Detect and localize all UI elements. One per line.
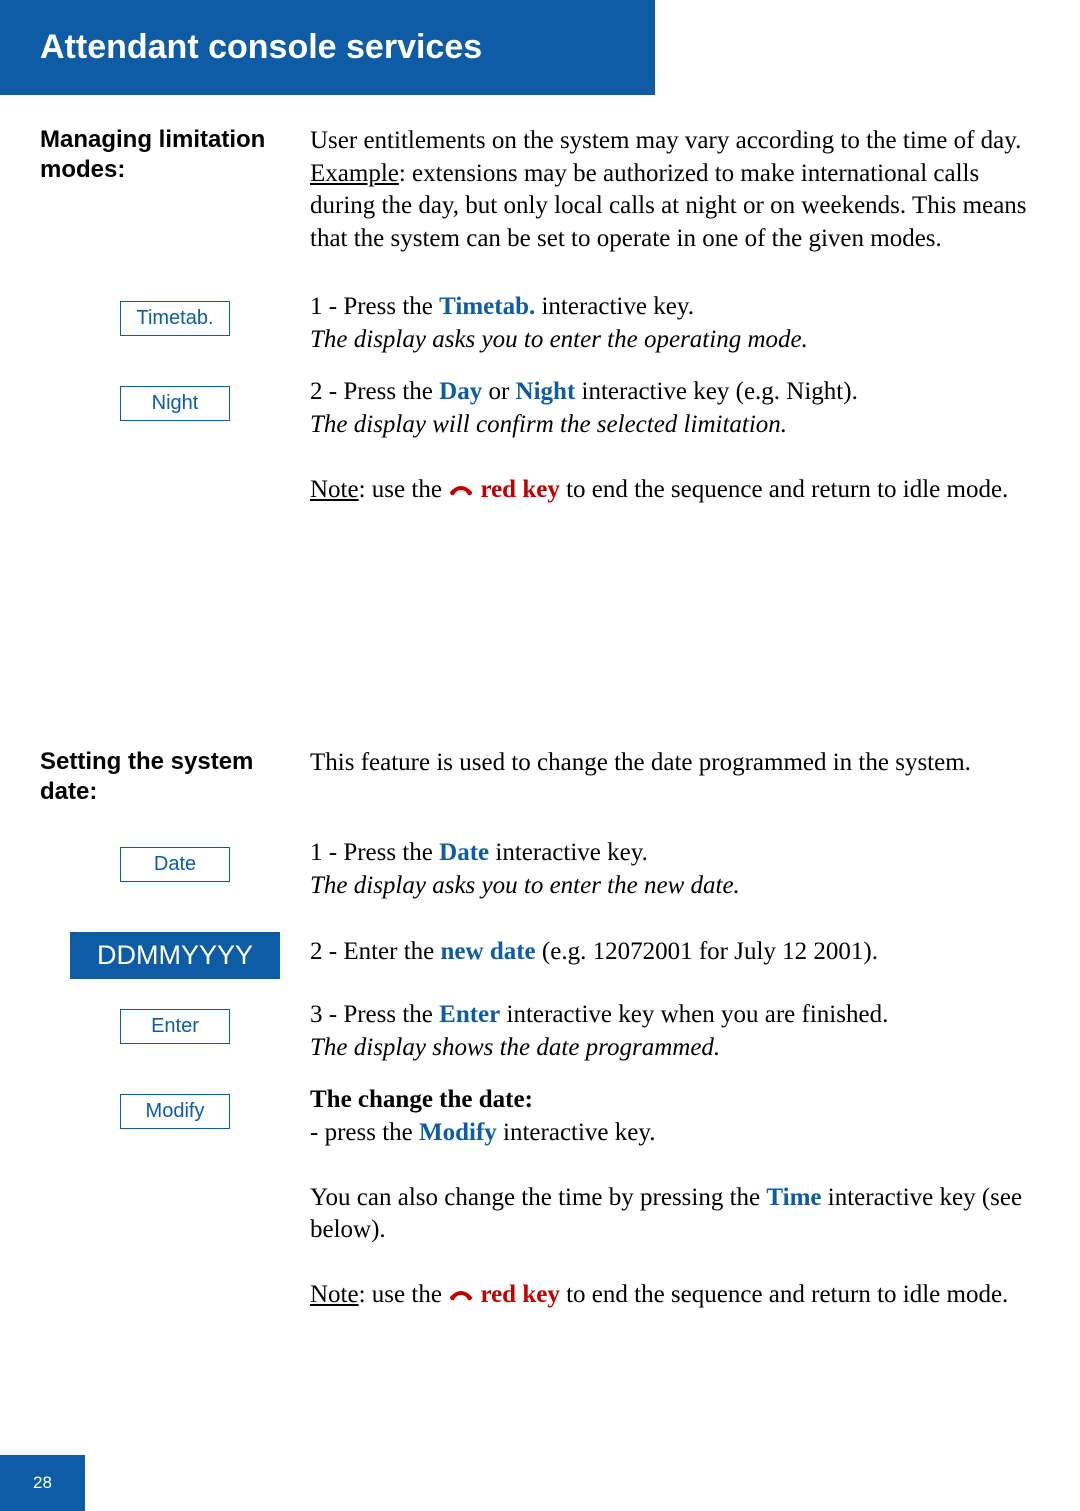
left-column: DDMMYYYY bbox=[40, 922, 310, 979]
date-step3-key: Enter bbox=[439, 1001, 500, 1028]
page-header: Attendant console services bbox=[0, 0, 655, 95]
display-ddmmyyyy: DDMMYYYY bbox=[70, 932, 280, 979]
change-key: Modify bbox=[419, 1119, 497, 1146]
date-button[interactable]: Date bbox=[120, 847, 230, 882]
step1-pre: 1 - Press the bbox=[310, 293, 439, 320]
right-column: This feature is used to change the date … bbox=[310, 747, 1040, 817]
step1-post: interactive key. bbox=[535, 293, 694, 320]
date-step1-line: 1 - Press the Date interactive key. bbox=[310, 837, 1040, 870]
step1-key: Timetab. bbox=[439, 293, 535, 320]
right-column: 3 - Press the Enter interactive key when… bbox=[310, 999, 1040, 1064]
heading-setting-date: Setting the system date: bbox=[40, 747, 310, 807]
left-column: Date bbox=[40, 837, 310, 902]
header-title: Attendant console services bbox=[40, 28, 482, 66]
enter-button[interactable]: Enter bbox=[120, 1009, 230, 1044]
step2-day: Day bbox=[439, 378, 482, 405]
date-step2-key: new date bbox=[441, 938, 536, 965]
change-pre: - press the bbox=[310, 1119, 419, 1146]
phone-icon bbox=[448, 1280, 474, 1313]
right-column: The change the date: - press the Modify … bbox=[310, 1084, 1040, 1313]
note2-label: Note bbox=[310, 1281, 359, 1308]
note2-line: Note: use the red key to end the sequenc… bbox=[310, 1279, 1040, 1313]
note1-label: Note bbox=[310, 476, 359, 503]
note1-mid: : use the bbox=[359, 476, 449, 503]
row-step1: Timetab. 1 - Press the Timetab. interact… bbox=[40, 291, 1040, 356]
page-number: 28 bbox=[33, 1473, 52, 1492]
phone-icon bbox=[448, 475, 474, 508]
date-step2-pre: 2 - Enter the bbox=[310, 938, 441, 965]
date-step2-post: (e.g. 12072001 for July 12 2001). bbox=[536, 938, 878, 965]
heading-managing-limitation: Managing limitation modes: bbox=[40, 125, 310, 185]
left-column: Timetab. bbox=[40, 291, 310, 356]
date-step1-pre: 1 - Press the bbox=[310, 839, 439, 866]
vertical-gap bbox=[40, 527, 1040, 747]
modify-button[interactable]: Modify bbox=[120, 1094, 230, 1129]
timetab-button[interactable]: Timetab. bbox=[120, 301, 230, 336]
date-step3-italic: The display shows the date programmed. bbox=[310, 1032, 1040, 1065]
page-content: Managing limitation modes: User entitlem… bbox=[0, 95, 1080, 1333]
time-pre: You can also change the time by pressing… bbox=[310, 1184, 766, 1211]
example-text: : extensions may be authorized to make i… bbox=[310, 160, 1027, 252]
left-column: Managing limitation modes: bbox=[40, 125, 310, 271]
section-managing-limitation: Managing limitation modes: User entitlem… bbox=[40, 125, 1040, 271]
section-setting-date: Setting the system date: This feature is… bbox=[40, 747, 1040, 817]
right-column: 1 - Press the Timetab. interactive key. … bbox=[310, 291, 1040, 356]
change-date-line: - press the Modify interactive key. bbox=[310, 1117, 1040, 1150]
right-column: User entitlements on the system may vary… bbox=[310, 125, 1040, 271]
right-column: 1 - Press the Date interactive key. The … bbox=[310, 837, 1040, 902]
note1-red: red key bbox=[474, 476, 560, 503]
change-post: interactive key. bbox=[497, 1119, 656, 1146]
left-column: Night bbox=[40, 376, 310, 507]
example-label: Example bbox=[310, 160, 399, 187]
note2-mid: : use the bbox=[359, 1281, 449, 1308]
time-line: You can also change the time by pressing… bbox=[310, 1182, 1040, 1247]
step2-italic: The display will confirm the selected li… bbox=[310, 409, 1040, 442]
note2-red: red key bbox=[474, 1281, 560, 1308]
row-date-step1: Date 1 - Press the Date interactive key.… bbox=[40, 837, 1040, 902]
intro-text-1: User entitlements on the system may vary… bbox=[310, 127, 1021, 154]
row-date-step2: DDMMYYYY 2 - Enter the new date (e.g. 12… bbox=[40, 922, 1040, 979]
step2-pre: 2 - Press the bbox=[310, 378, 439, 405]
night-button[interactable]: Night bbox=[120, 386, 230, 421]
date-step2-line: 2 - Enter the new date (e.g. 12072001 fo… bbox=[310, 936, 1040, 969]
date-step1-post: interactive key. bbox=[489, 839, 648, 866]
date-step1-italic: The display asks you to enter the new da… bbox=[310, 870, 1040, 903]
note1-end: to end the sequence and return to idle m… bbox=[560, 476, 1008, 503]
step1-italic: The display asks you to enter the operat… bbox=[310, 324, 1040, 357]
right-column: 2 - Press the Day or Night interactive k… bbox=[310, 376, 1040, 507]
date-step3-pre: 3 - Press the bbox=[310, 1001, 439, 1028]
page-number-footer: 28 bbox=[0, 1455, 85, 1511]
step1-line: 1 - Press the Timetab. interactive key. bbox=[310, 291, 1040, 324]
step2-post: interactive key (e.g. Night). bbox=[575, 378, 858, 405]
step2-or: or bbox=[482, 378, 515, 405]
left-column: Enter bbox=[40, 999, 310, 1064]
step2-night: Night bbox=[516, 378, 576, 405]
step2-line: 2 - Press the Day or Night interactive k… bbox=[310, 376, 1040, 409]
row-modify: Modify The change the date: - press the … bbox=[40, 1084, 1040, 1313]
note2-end: to end the sequence and return to idle m… bbox=[560, 1281, 1008, 1308]
note1-line: Note: use the red key to end the sequenc… bbox=[310, 474, 1040, 508]
row-step2: Night 2 - Press the Day or Night interac… bbox=[40, 376, 1040, 507]
date-step3-line: 3 - Press the Enter interactive key when… bbox=[310, 999, 1040, 1032]
intro-paragraph: User entitlements on the system may vary… bbox=[310, 125, 1040, 255]
intro2-text: This feature is used to change the date … bbox=[310, 747, 1040, 780]
date-step3-post: interactive key when you are finished. bbox=[500, 1001, 888, 1028]
date-step1-key: Date bbox=[439, 839, 489, 866]
left-column: Modify bbox=[40, 1084, 310, 1313]
row-date-step3: Enter 3 - Press the Enter interactive ke… bbox=[40, 999, 1040, 1064]
right-column: 2 - Enter the new date (e.g. 12072001 fo… bbox=[310, 922, 1040, 979]
change-date-heading: The change the date: bbox=[310, 1084, 1040, 1117]
left-column: Setting the system date: bbox=[40, 747, 310, 817]
time-key: Time bbox=[766, 1184, 821, 1211]
